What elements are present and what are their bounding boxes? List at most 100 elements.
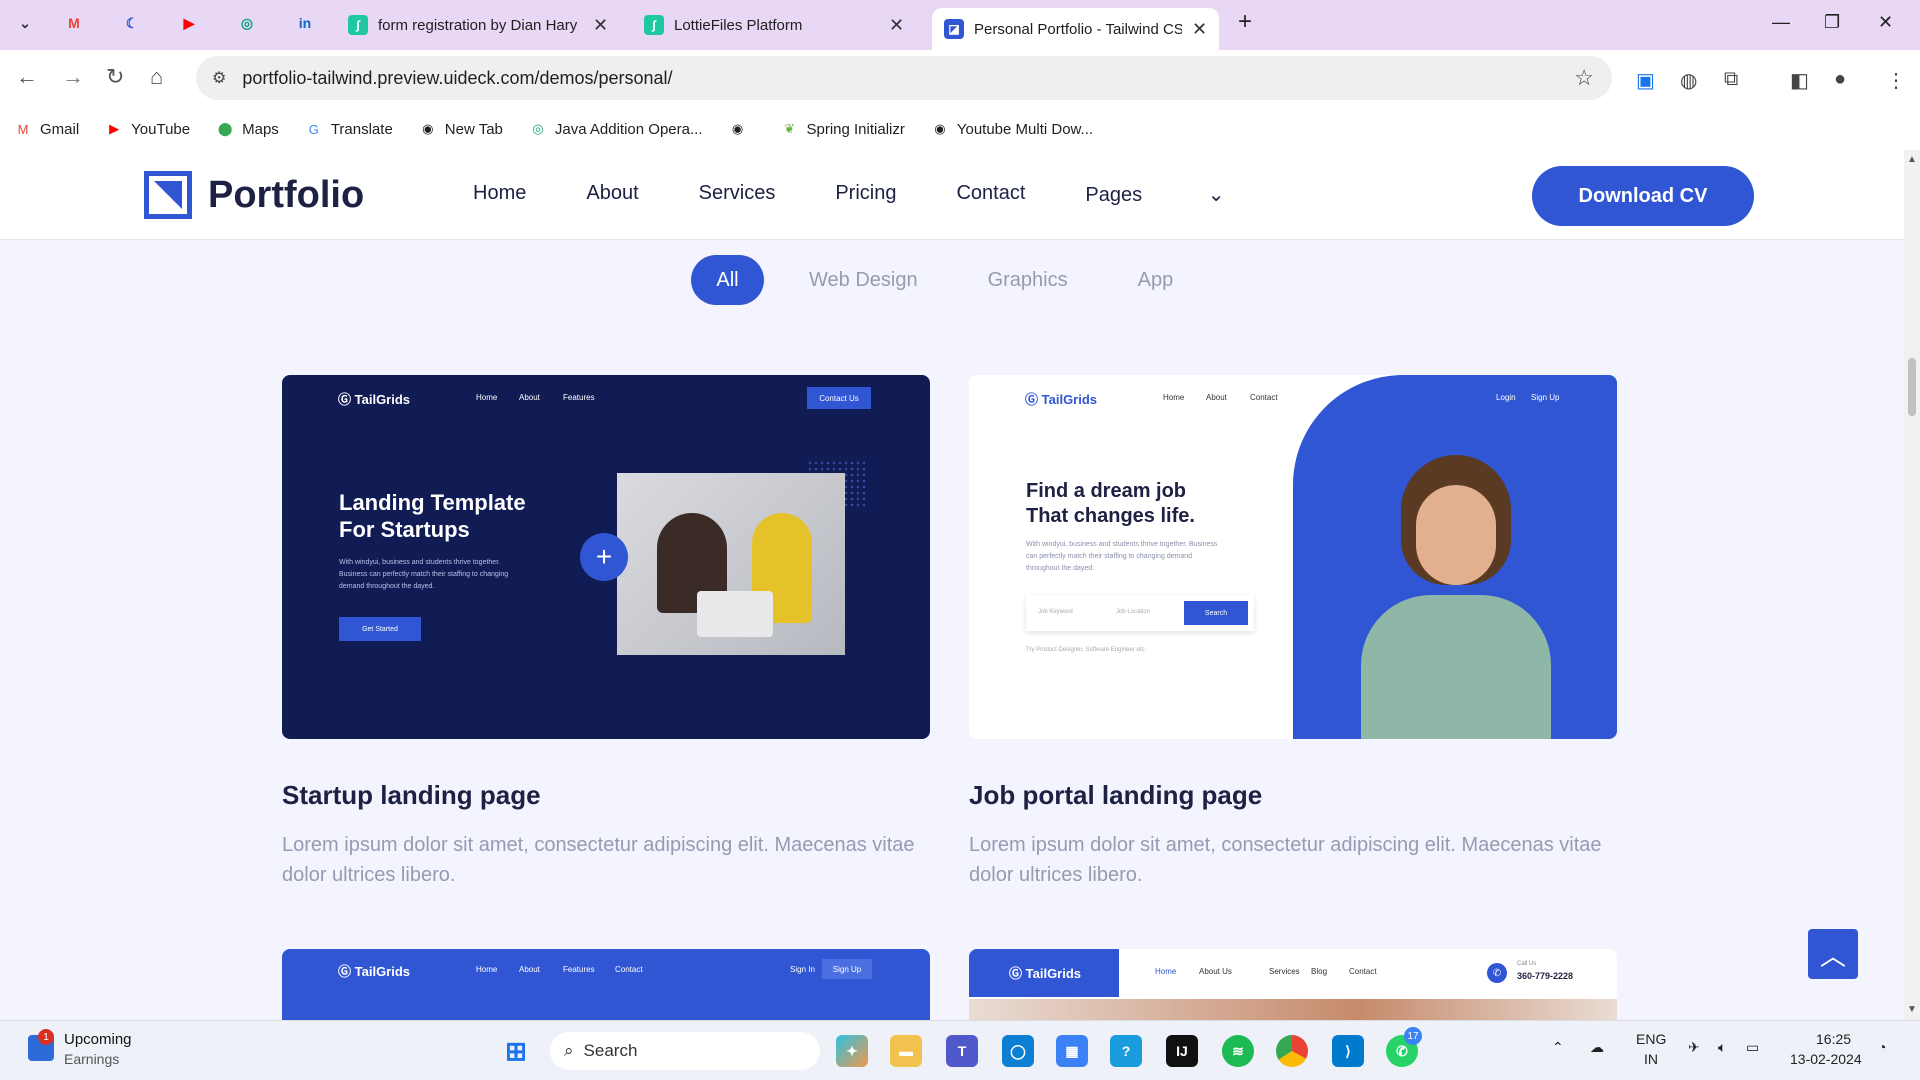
bookmark-youtube-multi[interactable]: ◉ Youtube Multi Dow... [931, 120, 1093, 138]
tab-lottiefiles[interactable]: ∫ LottieFiles Platform ✕ [644, 8, 904, 42]
close-icon[interactable]: ✕ [889, 15, 904, 36]
menu-kebab-icon[interactable]: ⋮ [1886, 68, 1906, 93]
chatgpt-tab-icon[interactable]: ◎ [236, 12, 258, 34]
bookmark-java-addition[interactable]: ◎ Java Addition Opera... [529, 120, 702, 138]
window-close-icon[interactable]: ✕ [1878, 12, 1893, 33]
mock-menu-item: About [519, 965, 540, 974]
nav-home[interactable]: Home [473, 182, 526, 207]
battery-icon[interactable]: ▭ [1746, 1039, 1759, 1056]
volume-icon[interactable]: 🔈︎ [1718, 1039, 1726, 1056]
sidepanel-icon[interactable]: ◧ [1790, 68, 1809, 93]
nav-about[interactable]: About [586, 182, 638, 207]
reload-icon[interactable]: ↻ [106, 64, 124, 90]
search-icon: ⌕ [564, 1041, 574, 1060]
extensions-icon[interactable]: ⧉ [1724, 68, 1738, 91]
widget-title[interactable]: Upcoming [64, 1031, 132, 1048]
screencast-icon[interactable]: ▣ [1636, 68, 1655, 93]
project-thumbnail-job-portal[interactable]: Ⓖ TailGrids Home About Contact Login Sig… [969, 375, 1617, 739]
tab-search-icon[interactable]: ⌄ [14, 12, 36, 34]
site-info-icon[interactable]: ⚙ [212, 68, 226, 88]
project-thumbnail-3[interactable]: Ⓖ TailGrids Home About Features Contact … [282, 949, 930, 1020]
mock-menu-item: Features [563, 393, 595, 402]
portfolio-filters: All Web Design Graphics App [691, 255, 1173, 305]
nav-pricing[interactable]: Pricing [835, 182, 896, 207]
profile-avatar-icon[interactable]: ● [1834, 68, 1846, 91]
notification-icon[interactable]: ◔ [1878, 1039, 1886, 1055]
tab-personal-portfolio[interactable]: ◪ Personal Portfolio - Tailwind CSS ✕ [932, 8, 1220, 50]
bookmark-new-tab[interactable]: ◉ New Tab [419, 120, 503, 138]
mock-brand: Ⓖ TailGrids [338, 961, 410, 980]
page-scrollbar[interactable]: ▲ ▼ [1904, 150, 1920, 1020]
gmail-tab-icon[interactable]: M [63, 12, 85, 34]
filter-app[interactable]: App [1138, 255, 1174, 305]
store-icon[interactable]: ▦ [1056, 1035, 1088, 1067]
linkedin-tab-icon[interactable]: in [294, 12, 316, 34]
project-thumbnail-4[interactable]: Ⓖ TailGrids Home About Us Services Blog … [969, 949, 1617, 1020]
close-icon[interactable]: ✕ [593, 15, 608, 36]
mock-menu-item: Contact [1250, 393, 1278, 402]
mock-keyword-field: Job Keyword [1038, 609, 1073, 615]
back-to-top-button[interactable]: ︿ [1808, 929, 1858, 979]
bookmark-youtube[interactable]: ▶ YouTube [105, 120, 190, 138]
onedrive-icon[interactable]: ☁ [1590, 1039, 1604, 1056]
cortana-icon[interactable]: ◯ [1002, 1035, 1034, 1067]
bookmark-maps[interactable]: ⬤ Maps [216, 120, 279, 138]
filter-all[interactable]: All [691, 255, 764, 305]
mock-login-link: Login [1496, 393, 1516, 402]
restore-icon[interactable]: ❐ [1824, 12, 1840, 33]
youtube-tab-icon[interactable]: ▶ [178, 12, 200, 34]
add-icon[interactable]: + [580, 533, 628, 581]
tray-chevron-up-icon[interactable]: ⌃ [1552, 1039, 1564, 1056]
mock-menu-item: Blog [1311, 967, 1328, 976]
bookmark-gmail[interactable]: M Gmail [14, 120, 80, 138]
address-bar[interactable]: ⚙ portfolio-tailwind.preview.uideck.com/… [196, 56, 1612, 100]
windows-start-icon[interactable]: ⊞ [500, 1035, 532, 1067]
mock-brand-text: TailGrids [1041, 392, 1098, 407]
card-title[interactable]: Startup landing page [282, 780, 541, 811]
back-icon[interactable]: ← [16, 64, 38, 90]
tab-title: form registration by Dian Hary [378, 16, 578, 34]
file-explorer-icon[interactable]: ▬ [890, 1035, 922, 1067]
bookmark-label: YouTube [131, 120, 191, 138]
filter-web-design[interactable]: Web Design [809, 255, 918, 305]
clock-time[interactable]: 16:25 [1816, 1031, 1851, 1047]
close-icon[interactable]: ✕ [1192, 19, 1207, 40]
bookmark-globe[interactable]: ◉ [728, 120, 754, 138]
new-tab-icon[interactable]: + [1238, 8, 1252, 36]
clock-date[interactable]: 13-02-2024 [1790, 1051, 1862, 1067]
bookmark-translate[interactable]: G Translate [305, 120, 393, 138]
teams-icon[interactable]: T [946, 1035, 978, 1067]
site-logo[interactable]: Portfolio [144, 171, 364, 219]
vpn-globe-icon[interactable]: ◍ [1680, 68, 1697, 93]
bookmark-spring[interactable]: ❦ Spring Initializr [780, 120, 905, 138]
help-icon[interactable]: ? [1110, 1035, 1142, 1067]
language-code[interactable]: ENG [1636, 1031, 1666, 1047]
minimize-icon[interactable]: — [1772, 12, 1790, 33]
forward-icon[interactable]: → [62, 64, 84, 90]
pinned-tab-icon[interactable]: ☾ [121, 12, 143, 34]
home-icon[interactable]: ⌂ [150, 64, 163, 90]
scroll-down-icon[interactable]: ▼ [1907, 1004, 1917, 1015]
scroll-up-icon[interactable]: ▲ [1907, 154, 1917, 165]
vscode-icon[interactable]: ⟩ [1332, 1035, 1364, 1067]
bookmark-star-icon[interactable]: ☆ [1574, 65, 1594, 91]
bookmark-label: Youtube Multi Dow... [956, 120, 1094, 138]
taskbar-search[interactable]: ⌕ Search [550, 1032, 820, 1070]
filter-graphics[interactable]: Graphics [988, 255, 1068, 305]
tailgrids-logo-icon: Ⓖ [338, 964, 352, 979]
nav-pages[interactable]: Pages ⌄ [1085, 182, 1284, 207]
mock-menu-item: Home [1163, 393, 1185, 402]
chrome-icon[interactable] [1276, 1035, 1308, 1067]
copilot-icon[interactable]: ✦ [836, 1035, 868, 1067]
intellij-icon[interactable]: IJ [1166, 1035, 1198, 1067]
nav-services[interactable]: Services [699, 182, 776, 207]
scrollbar-thumb[interactable] [1908, 358, 1916, 416]
download-cv-button[interactable]: Download CV [1532, 166, 1754, 226]
card-title[interactable]: Job portal landing page [969, 780, 1262, 811]
url-text[interactable]: portfolio-tailwind.preview.uideck.com/de… [242, 68, 672, 89]
tab-form-registration[interactable]: ∫ form registration by Dian Hary ✕ [348, 8, 608, 42]
project-thumbnail-startup[interactable]: Ⓖ TailGrids Home About Features Contact … [282, 375, 930, 739]
nav-contact[interactable]: Contact [956, 182, 1025, 207]
spotify-icon[interactable]: ≋ [1222, 1035, 1254, 1067]
airplane-mode-icon[interactable]: ✈ [1688, 1039, 1700, 1056]
